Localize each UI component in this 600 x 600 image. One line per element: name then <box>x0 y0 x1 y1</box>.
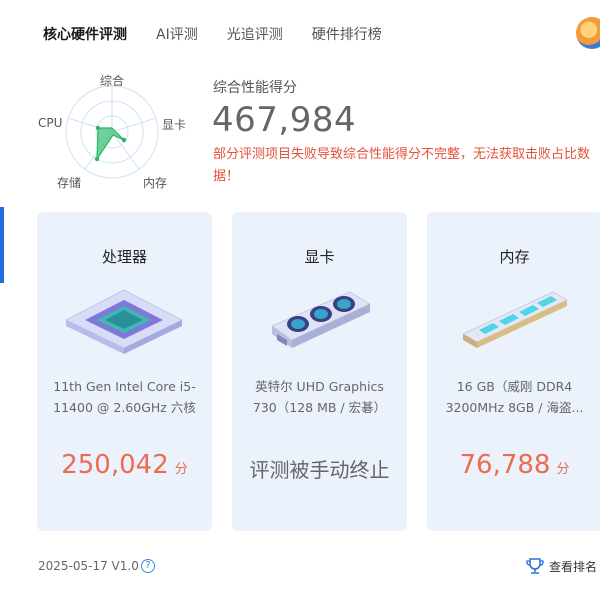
benchmark-page: 核心硬件评测 AI评测 光追评测 硬件排行榜 综合 CPU 显卡 存储 内存 综… <box>0 0 600 600</box>
cpu-score-unit: 分 <box>174 462 188 477</box>
memory-card[interactable]: 内存 16 GB（威刚 DDR4 3200MHz 8GB / 海盗... 76,… <box>427 212 600 531</box>
cpu-score: 250,042 分 <box>37 450 212 480</box>
memory-card-title: 内存 <box>499 248 530 266</box>
tab-ray-tracing[interactable]: 光追评测 <box>227 24 283 44</box>
graphics-card-icon <box>232 282 407 362</box>
tab-hardware-ranking[interactable]: 硬件排行榜 <box>312 24 382 44</box>
memory-stick-icon <box>427 282 600 362</box>
window-edge-accent <box>0 207 4 283</box>
cpu-score-value: 250,042 <box>61 450 169 480</box>
tab-ai[interactable]: AI评测 <box>156 24 198 44</box>
memory-card-desc: 16 GB（威刚 DDR4 3200MHz 8GB / 海盗... <box>439 376 590 418</box>
gpu-desc-line1: 英特尔 UHD Graphics <box>255 379 384 394</box>
memory-score-unit: 分 <box>556 462 570 477</box>
memory-score-value: 76,788 <box>459 450 551 480</box>
radar-label-memory: 内存 <box>143 176 168 190</box>
radar-label-gpu: 显卡 <box>162 118 187 132</box>
cpu-chip-icon <box>37 282 212 362</box>
gpu-card-desc: 英特尔 UHD Graphics 730（128 MB / 宏碁） <box>244 376 395 418</box>
gpu-card[interactable]: 显卡 英特尔 UHD Graphics 730（128 MB / 宏碁） 评测被… <box>232 212 407 531</box>
tab-core-hardware[interactable]: 核心硬件评测 <box>43 24 127 44</box>
cpu-desc-line1: 11th Gen Intel Core i5- <box>53 379 196 394</box>
gpu-status-stopped: 评测被手动终止 <box>249 458 390 482</box>
cpu-card-desc: 11th Gen Intel Core i5- 11400 @ 2.60GHz … <box>49 376 200 418</box>
version-label: 2025-05-17 V1.0 <box>38 559 139 573</box>
view-ranking-label: 查看排名 <box>549 559 598 574</box>
memory-desc-line2: 3200MHz 8GB / 海盗... <box>445 400 584 415</box>
radar-chart: 综合 CPU 显卡 存储 内存 <box>34 68 194 198</box>
radar-label-storage: 存储 <box>57 176 82 190</box>
radar-label-overall: 综合 <box>100 74 125 88</box>
trophy-icon <box>526 558 544 574</box>
gpu-desc-line2: 730（128 MB / 宏碁） <box>252 400 387 415</box>
memory-desc-line1: 16 GB（威刚 DDR4 <box>456 379 573 394</box>
view-ranking-button[interactable]: 查看排名 <box>525 556 597 576</box>
score-title: 综合性能得分 <box>213 80 297 96</box>
overall-score: 467,984 <box>212 100 357 140</box>
memory-score: 76,788 分 <box>427 450 600 480</box>
help-icon[interactable]: ? <box>141 559 155 573</box>
tab-bar: 核心硬件评测 AI评测 光追评测 硬件排行榜 <box>43 24 411 44</box>
cpu-desc-line2: 11400 @ 2.60GHz 六核 <box>53 400 196 415</box>
cpu-card-title: 处理器 <box>101 248 147 266</box>
score-warning: 部分评测项目失败导致综合性能得分不完整，无法获取击败占比数据！ <box>213 147 591 184</box>
cpu-card[interactable]: 处理器 11th Gen Intel Core i5- 11400 @ 2.60… <box>37 212 212 531</box>
radar-label-cpu: CPU <box>38 116 63 130</box>
gpu-card-title: 显卡 <box>304 248 335 266</box>
avatar[interactable] <box>576 17 600 49</box>
